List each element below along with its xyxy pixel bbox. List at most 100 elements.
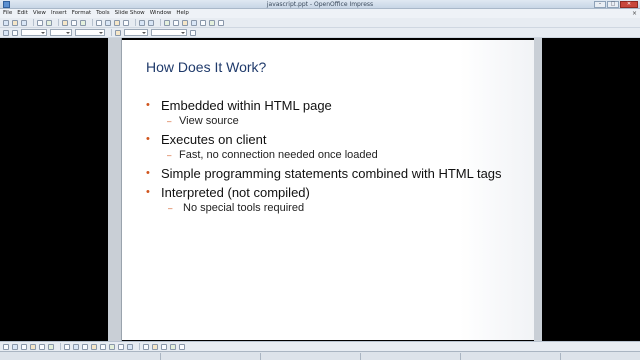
help-icon[interactable]	[218, 19, 224, 26]
drawing-toolbar	[0, 341, 640, 351]
status-bar	[0, 351, 640, 360]
menu-insert[interactable]: Insert	[51, 9, 67, 18]
from-file-icon[interactable]	[170, 343, 176, 350]
bullet-dot-icon: •	[146, 186, 150, 198]
minimize-button[interactable]: –	[594, 1, 606, 8]
connector-icon[interactable]	[73, 343, 79, 350]
save-icon[interactable]	[21, 19, 27, 26]
undo-icon[interactable]	[139, 19, 145, 26]
close-icon[interactable]: ×	[632, 10, 637, 17]
close-button[interactable]: ✕	[620, 1, 638, 8]
menu-tools[interactable]: Tools	[96, 9, 110, 18]
bullet-text: Embedded within HTML page	[161, 98, 332, 113]
status-divider	[360, 353, 361, 360]
standard-toolbar	[0, 18, 640, 28]
area-fill-select[interactable]	[151, 29, 187, 36]
paste-icon[interactable]	[114, 19, 120, 26]
menu-file[interactable]: File	[3, 9, 12, 18]
select-icon[interactable]	[3, 343, 9, 350]
stars-icon[interactable]	[127, 343, 133, 350]
formatting-toolbar	[0, 28, 640, 38]
chart-icon[interactable]	[164, 19, 170, 26]
cut-icon[interactable]	[96, 19, 102, 26]
curve-icon[interactable]	[64, 343, 70, 350]
area-style-select[interactable]	[124, 29, 148, 36]
line-style-select[interactable]	[21, 29, 47, 36]
area-icon[interactable]	[115, 29, 121, 36]
new-icon[interactable]	[3, 19, 9, 26]
toolbar-divider	[135, 19, 136, 26]
menu-bar: File Edit View Insert Format Tools Slide…	[0, 9, 640, 18]
bullet-item: • Executes on client	[144, 132, 524, 147]
toolbar-divider	[139, 343, 140, 350]
status-divider	[460, 353, 461, 360]
symbol-shapes-icon[interactable]	[91, 343, 97, 350]
zoom-icon[interactable]	[209, 19, 215, 26]
bullet-item: • Interpreted (not compiled)	[144, 185, 524, 200]
spellcheck-icon[interactable]	[80, 19, 86, 26]
bullet-dot-icon: •	[146, 133, 150, 145]
slide-canvas[interactable]: How Does It Work? • Embedded within HTML…	[122, 40, 534, 340]
status-divider	[560, 353, 561, 360]
toolbar-divider	[58, 19, 59, 26]
callouts-icon[interactable]	[118, 343, 124, 350]
line-style-icon[interactable]	[3, 29, 9, 36]
vertical-ruler	[108, 38, 122, 341]
block-arrows-icon[interactable]	[100, 343, 106, 350]
menu-slide-show[interactable]: Slide Show	[115, 9, 145, 18]
status-divider	[260, 353, 261, 360]
table-icon[interactable]	[173, 19, 179, 26]
menu-help[interactable]: Help	[176, 9, 189, 18]
menu-format[interactable]: Format	[72, 9, 91, 18]
navigator-icon[interactable]	[191, 19, 197, 26]
fontwork-icon[interactable]	[161, 343, 167, 350]
line-arrow-icon[interactable]	[12, 29, 18, 36]
open-icon[interactable]	[12, 19, 18, 26]
menu-view[interactable]: View	[33, 9, 46, 18]
sub-bullet-item: – Fast, no connection needed once loaded	[144, 149, 524, 162]
toolbar-divider	[60, 343, 61, 350]
glue-points-icon[interactable]	[152, 343, 158, 350]
toolbar-divider	[160, 19, 161, 26]
dash-icon: –	[167, 117, 172, 126]
bullet-item: • Simple programming statements combined…	[144, 166, 524, 181]
extrusion-icon[interactable]	[179, 343, 185, 350]
ellipse-icon[interactable]	[39, 343, 45, 350]
edit-file-icon[interactable]	[46, 19, 52, 26]
toolbar-divider	[111, 29, 112, 36]
bullet-text: Interpreted (not compiled)	[161, 185, 310, 200]
status-divider	[160, 353, 161, 360]
line-icon[interactable]	[12, 343, 18, 350]
text-icon[interactable]	[48, 343, 54, 350]
menu-window[interactable]: Window	[150, 9, 172, 18]
email-icon[interactable]	[37, 19, 43, 26]
copy-icon[interactable]	[105, 19, 111, 26]
basic-shapes-icon[interactable]	[82, 343, 88, 350]
sub-bullet-text: View source	[179, 115, 239, 127]
window-controls: – □ ✕	[594, 1, 638, 8]
gallery-icon[interactable]	[200, 19, 206, 26]
bullet-list[interactable]: • Embedded within HTML page – View sourc…	[144, 96, 524, 219]
print-icon[interactable]	[71, 19, 77, 26]
points-icon[interactable]	[143, 343, 149, 350]
impress-window: javascript.ppt - OpenOffice Impress – □ …	[0, 0, 640, 360]
toolbar-divider	[33, 19, 34, 26]
flowchart-icon[interactable]	[109, 343, 115, 350]
maximize-button[interactable]: □	[607, 1, 619, 8]
bullet-dot-icon: •	[146, 99, 150, 111]
toolbar-divider	[92, 19, 93, 26]
menu-edit[interactable]: Edit	[17, 9, 28, 18]
redo-icon[interactable]	[148, 19, 154, 26]
line-color-select[interactable]	[75, 29, 105, 36]
line-width-select[interactable]	[50, 29, 72, 36]
format-paintbrush-icon[interactable]	[123, 19, 129, 26]
shadow-icon[interactable]	[190, 29, 196, 36]
slide-edge-panel	[534, 38, 542, 341]
window-title: javascript.ppt - OpenOffice Impress	[266, 1, 374, 8]
arrow-icon[interactable]	[21, 343, 27, 350]
draw-icon[interactable]	[182, 19, 188, 26]
rectangle-icon[interactable]	[30, 343, 36, 350]
export-pdf-icon[interactable]	[62, 19, 68, 26]
sub-bullet-item: – No special tools required	[144, 202, 524, 215]
slide-title[interactable]: How Does It Work?	[146, 59, 266, 75]
